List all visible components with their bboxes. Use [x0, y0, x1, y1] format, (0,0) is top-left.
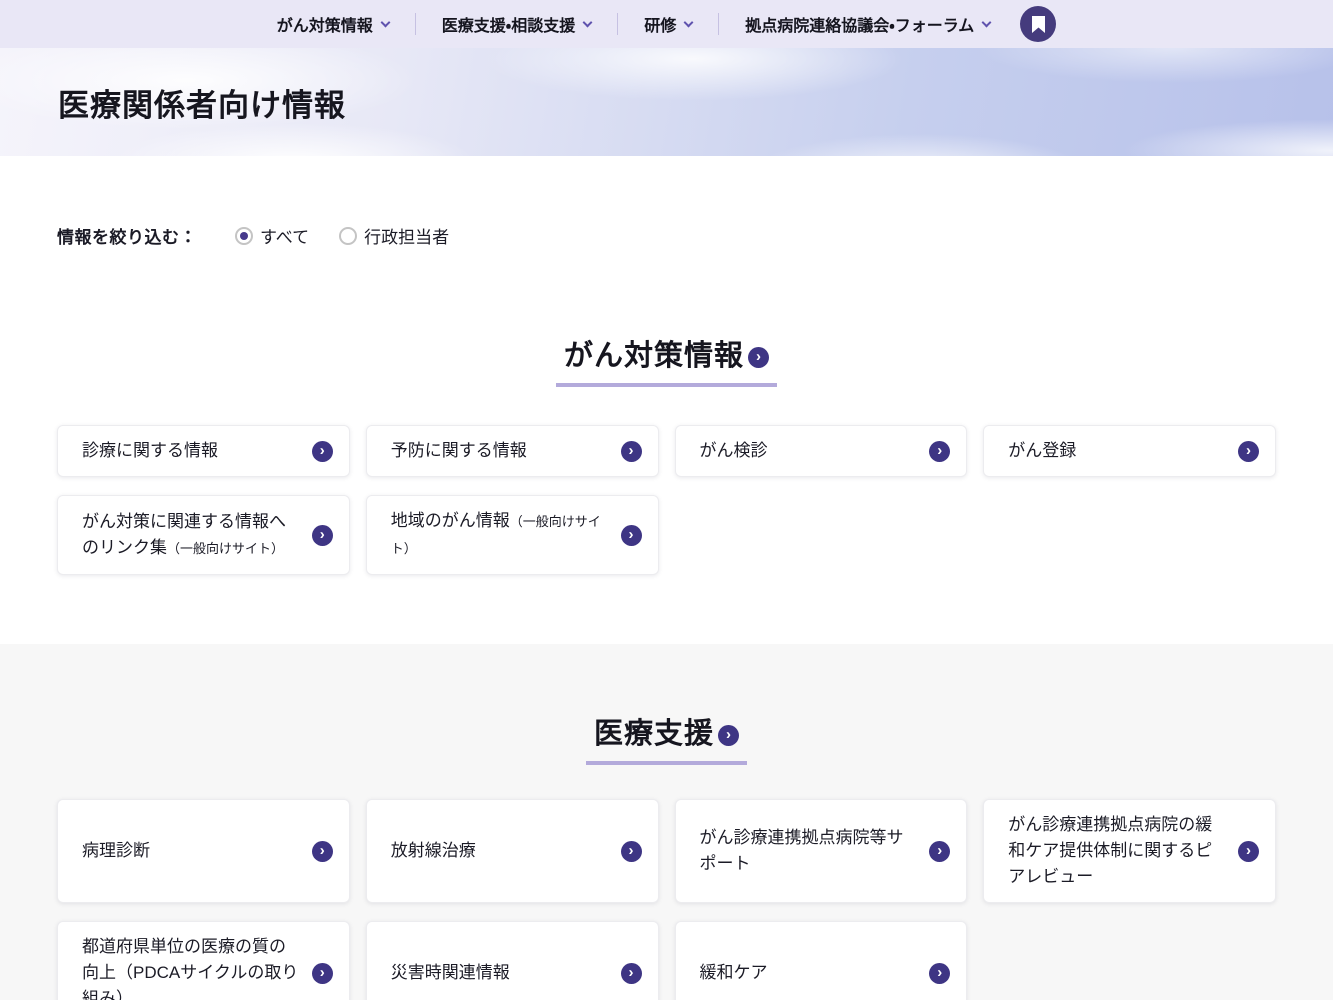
- card-link[interactable]: 緩和ケア ›: [675, 921, 968, 1000]
- card-link[interactable]: がん登録 ›: [983, 425, 1276, 477]
- chevron-right-circle-icon: ›: [748, 347, 769, 368]
- cancer-control-section: 情報を絞り込む： すべて 行政担当者 がん対策情報› 診療に関する情報 › 予防…: [0, 156, 1333, 644]
- nav-divider: [617, 13, 618, 35]
- nav-item-label: 研修: [644, 12, 676, 36]
- card-label: 病理診断: [82, 838, 300, 864]
- nav-item-training[interactable]: 研修: [644, 12, 692, 36]
- card-label: がん診療連携拠点病院等サポート: [700, 825, 918, 877]
- card-grid: 病理診断 › 放射線治療 › がん診療連携拠点病院等サポート › がん診療連携拠…: [57, 799, 1276, 1000]
- radio-button[interactable]: [339, 227, 357, 245]
- chevron-down-icon: [583, 17, 593, 27]
- medical-support-section: 医療支援› 病理診断 › 放射線治療 › がん診療連携拠点病院等サポート › が…: [0, 644, 1333, 1000]
- chevron-right-circle-icon: ›: [312, 963, 333, 984]
- card-label: がん診療連携拠点病院の緩和ケア提供体制に関するピアレビュー: [1008, 812, 1226, 890]
- card-label: がん登録: [1008, 438, 1226, 464]
- section-heading: がん対策情報›: [57, 332, 1276, 387]
- radio-label: すべて: [260, 223, 309, 248]
- chevron-right-circle-icon: ›: [312, 525, 333, 546]
- card-label: 緩和ケア: [700, 960, 918, 986]
- chevron-right-circle-icon: ›: [621, 841, 642, 862]
- card-label: 都道府県単位の医療の質の向上（PDCAサイクルの取り組み）: [82, 934, 300, 1000]
- radio-button[interactable]: [235, 227, 253, 245]
- nav-item-label: 医療支援・相談支援: [442, 12, 575, 36]
- card-link[interactable]: 都道府県単位の医療の質の向上（PDCAサイクルの取り組み） ›: [57, 921, 350, 1000]
- card-label: 放射線治療: [391, 838, 609, 864]
- card-label: 地域のがん情報（一般向けサイト）: [391, 508, 609, 562]
- chevron-right-circle-icon: ›: [312, 441, 333, 462]
- bookmark-button[interactable]: [1020, 6, 1056, 42]
- chevron-right-circle-icon: ›: [929, 841, 950, 862]
- top-navigation: がん対策情報 医療支援・相談支援 研修 拠点病院連絡協議会・フォーラム: [0, 0, 1333, 48]
- nav-divider: [718, 13, 719, 35]
- nav-item-hospital-council-forum[interactable]: 拠点病院連絡協議会・フォーラム: [745, 12, 990, 36]
- chevron-right-circle-icon: ›: [621, 441, 642, 462]
- section-title-link[interactable]: がん対策情報›: [556, 332, 777, 387]
- chevron-right-circle-icon: ›: [929, 441, 950, 462]
- bookmark-icon: [1031, 16, 1046, 33]
- chevron-down-icon: [380, 17, 390, 27]
- card-link[interactable]: がん診療連携拠点病院等サポート ›: [675, 799, 968, 903]
- card-link[interactable]: 地域のがん情報（一般向けサイト） ›: [366, 495, 659, 575]
- page-header: 医療関係者向け情報: [0, 48, 1333, 156]
- card-label: 予防に関する情報: [391, 438, 609, 464]
- card-link[interactable]: がん診療連携拠点病院の緩和ケア提供体制に関するピアレビュー ›: [983, 799, 1276, 903]
- nav-item-label: がん対策情報: [277, 12, 373, 36]
- nav-divider: [415, 13, 416, 35]
- chevron-down-icon: [684, 17, 694, 27]
- chevron-right-circle-icon: ›: [621, 963, 642, 984]
- nav-item-cancer-control-info[interactable]: がん対策情報: [277, 12, 389, 36]
- page-title: 医療関係者向け情報: [58, 80, 346, 125]
- card-link[interactable]: がん対策に関連する情報へのリンク集（一般向けサイト） ›: [57, 495, 350, 575]
- card-link[interactable]: 予防に関する情報 ›: [366, 425, 659, 477]
- card-link[interactable]: 診療に関する情報 ›: [57, 425, 350, 477]
- section-title-link[interactable]: 医療支援›: [586, 710, 747, 765]
- card-link[interactable]: 災害時関連情報 ›: [366, 921, 659, 1000]
- radio-label: 行政担当者: [364, 223, 449, 248]
- card-label: 災害時関連情報: [391, 960, 609, 986]
- section-title: 医療支援: [594, 718, 714, 750]
- card-grid: 診療に関する情報 › 予防に関する情報 › がん検診 › がん登録 › がん対策…: [57, 425, 1276, 575]
- chevron-right-circle-icon: ›: [621, 525, 642, 546]
- radio-option-all[interactable]: すべて: [235, 223, 309, 248]
- section-heading: 医療支援›: [57, 644, 1276, 765]
- card-link[interactable]: 病理診断 ›: [57, 799, 350, 903]
- card-label: がん対策に関連する情報へのリンク集（一般向けサイト）: [82, 509, 300, 562]
- chevron-right-circle-icon: ›: [718, 725, 739, 746]
- radio-option-government-staff[interactable]: 行政担当者: [339, 223, 449, 248]
- nav-item-medical-support[interactable]: 医療支援・相談支援: [442, 12, 591, 36]
- filter-bar: 情報を絞り込む： すべて 行政担当者: [57, 156, 1276, 248]
- card-label: 診療に関する情報: [82, 438, 300, 464]
- chevron-right-circle-icon: ›: [929, 963, 950, 984]
- chevron-down-icon: [982, 17, 992, 27]
- filter-label: 情報を絞り込む：: [57, 223, 197, 248]
- chevron-right-circle-icon: ›: [312, 841, 333, 862]
- card-label: がん検診: [700, 438, 918, 464]
- section-title: がん対策情報: [564, 340, 744, 372]
- card-link[interactable]: がん検診 ›: [675, 425, 968, 477]
- card-link[interactable]: 放射線治療 ›: [366, 799, 659, 903]
- nav-item-label: 拠点病院連絡協議会・フォーラム: [745, 12, 974, 36]
- chevron-right-circle-icon: ›: [1238, 441, 1259, 462]
- chevron-right-circle-icon: ›: [1238, 841, 1259, 862]
